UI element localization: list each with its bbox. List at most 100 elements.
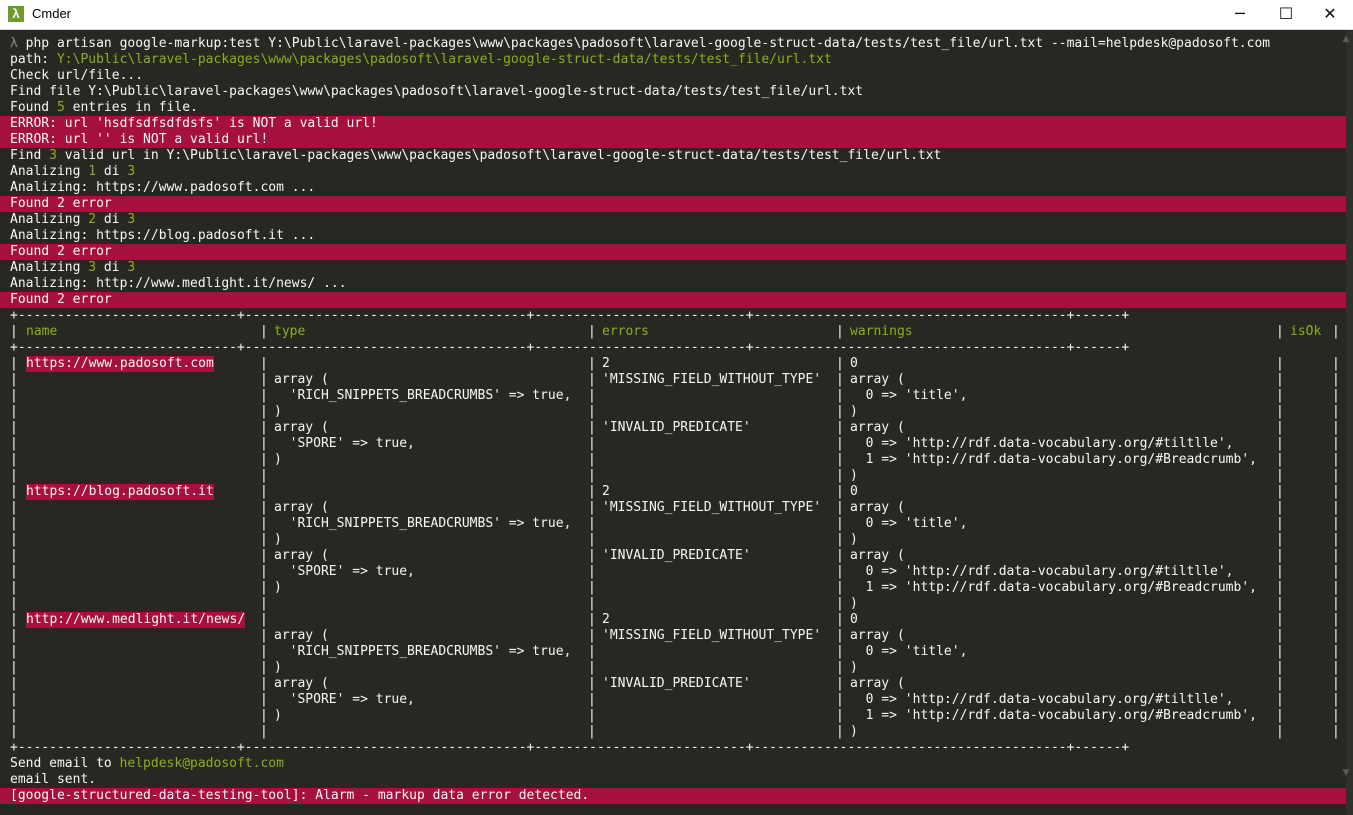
table-column-separator: | [260,516,268,531]
table-row: | | | | | |)) [0,404,1346,420]
found-entries-line: Found 5 entries in file. [10,100,198,115]
table-column-separator: | [1332,388,1340,403]
type-cell-line: array ( [274,628,329,643]
type-cell-line: 'SPORE' => true, [274,564,415,579]
table-row: | | | | | | array ('INVALID_PREDICATE' array ( [0,676,1346,692]
table-column-separator: | [588,484,596,499]
type-cell-line: 'RICH_SNIPPETS_BREADCRUMBS' => true, [274,388,572,403]
table-column-separator: | [588,724,596,739]
path-value: Y:\Public\laravel-packages\www\packages\… [56,52,832,67]
analyze-progress-line: Analizing 1 di 3 [10,164,136,179]
analyze-progress-line: Analizing 2 di 3 [10,212,136,227]
table-column-separator: | [10,484,18,499]
table-column-separator: | [260,564,268,579]
table-column-separator: | [1276,580,1284,595]
warnings-cell-line: 0 => 'title', [850,388,968,403]
table-column-separator: | [10,676,18,691]
table-column-separator: | [1332,532,1340,547]
warnings-cell-line: 0 [850,356,858,371]
table-column-separator: | [260,484,268,499]
table-row: | | | | | |) 1 => 'http://rdf.data-vocabulary… [0,452,1346,468]
table-column-separator: | [588,532,596,547]
table-column-separator: | [1276,404,1284,419]
table-column-separator: | [10,420,18,435]
table-column-separator: | [836,324,844,339]
maximize-button[interactable]: ☐ [1263,0,1309,29]
table-column-separator: | [1276,356,1284,371]
table-row: | | | | | | array ('INVALID_PREDICATE' array ( [0,548,1346,564]
table-column-separator: | [1332,564,1340,579]
table-row: | | | | | | 'SPORE' => true, 0 => 'http://rdf… [0,692,1346,708]
errors-cell-line: 'MISSING_FIELD_WITHOUT_TYPE' [602,372,822,387]
table-column-separator: | [260,500,268,515]
table-column-separator: | [836,628,844,643]
table-column-separator: | [588,612,596,627]
prompt-lambda-icon: λ [10,36,18,51]
table-row: | | | | | |) 1 => 'http://rdf.data-vocabulary… [0,708,1346,724]
table-header-row: | | | | | | name type errors warnings isOk [0,324,1346,340]
find-valid-line: Find 3 valid url in Y:\Public\laravel-pa… [10,148,942,163]
scroll-up-arrow-icon[interactable]: ▲ [1339,32,1353,46]
table-column-separator: | [1276,548,1284,563]
warnings-cell-line: array ( [850,548,905,563]
table-column-separator: | [10,404,18,419]
table-column-separator: | [260,580,268,595]
table-column-separator: | [260,612,268,627]
warnings-cell-line: 1 => 'http://rdf.data-vocabulary.org/#Br… [850,708,1257,723]
warnings-cell-line: array ( [850,372,905,387]
table-column-separator: | [10,468,18,483]
table-column-separator: | [588,660,596,675]
table-column-separator: | [1332,580,1340,595]
send-email-line: Send email to helpdesk@padosoft.com [10,756,284,771]
table-row: | | | | | | https://www.padosoft.com 2 0 [0,356,1346,372]
table-column-separator: | [1332,436,1340,451]
table-column-separator: | [1276,532,1284,547]
scrollbar[interactable] [1346,30,1353,815]
warnings-cell-line: array ( [850,420,905,435]
table-column-separator: | [836,660,844,675]
warnings-cell-line: array ( [850,676,905,691]
table-column-separator: | [588,372,596,387]
warnings-cell-line: ) [850,660,858,675]
table-border-text: +----------------------------+----------… [10,740,1130,755]
table-column-separator: | [588,436,596,451]
window-titlebar[interactable]: λ Cmder ─ ☐ ✕ [0,0,1353,30]
table-row: | | | | | | array ('MISSING_FIELD_WITHOUT_TYPE… [0,372,1346,388]
table-column-separator: | [1332,644,1340,659]
path-line: path: Y:\Public\laravel-packages\www\pac… [0,52,1346,68]
minimize-button[interactable]: ─ [1217,0,1263,29]
table-column-separator: | [1332,500,1340,515]
table-column-separator: | [1276,708,1284,723]
type-cell-line: ) [274,452,282,467]
close-button[interactable]: ✕ [1307,0,1353,29]
table-column-separator: | [1332,372,1340,387]
table-column-separator: | [10,580,18,595]
table-column-separator: | [836,372,844,387]
table-column-separator: | [836,708,844,723]
warnings-cell-line: array ( [850,500,905,515]
table-column-separator: | [10,372,18,387]
found-error-line: Found 2 error [0,292,1346,308]
table-column-separator: | [1276,484,1284,499]
error-line: ERROR: url '' is NOT a valid url! [0,132,1346,148]
table-column-separator: | [260,676,268,691]
email-address: helpdesk@padosoft.com [119,756,284,771]
warnings-cell-line: array ( [850,628,905,643]
type-cell-line: 'RICH_SNIPPETS_BREADCRUMBS' => true, [274,644,572,659]
table-column-separator: | [588,548,596,563]
table-column-separator: | [1332,452,1340,467]
table-row: | | | | | |) [0,724,1346,740]
terminal-output[interactable]: λ php artisan google-markup:test Y:\Publ… [0,30,1353,815]
table-column-separator: | [588,628,596,643]
scroll-down-arrow-icon[interactable]: ▼ [1339,766,1353,780]
table-column-separator: | [1332,356,1340,371]
table-column-separator: | [1276,420,1284,435]
table-column-separator: | [1276,692,1284,707]
table-column-separator: | [836,500,844,515]
analyze-url-line: Analizing: https://www.padosoft.com ... [10,180,316,195]
warnings-cell-line: 0 => 'http://rdf.data-vocabulary.org/#ti… [850,692,1234,707]
table-column-separator: | [1332,612,1340,627]
type-cell-line: 'SPORE' => true, [274,692,415,707]
table-column-separator: | [1276,612,1284,627]
table-column-separator: | [836,644,844,659]
